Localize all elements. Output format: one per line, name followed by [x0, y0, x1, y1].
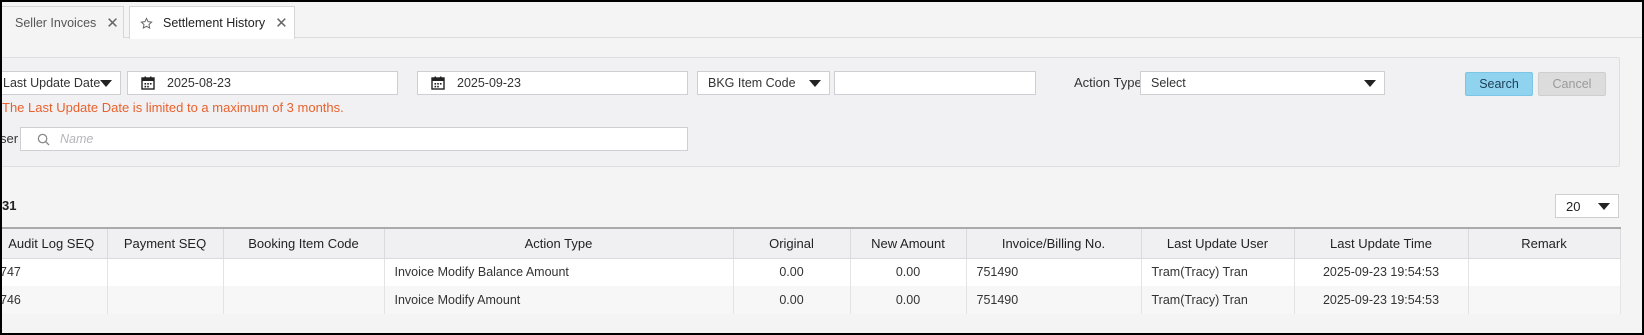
original-cell: 0.00	[733, 258, 851, 286]
original-cell: 0.00	[733, 286, 851, 314]
tab-label: Seller Invoices	[15, 15, 97, 30]
date-type-select[interactable]: Last Update Date	[2, 71, 121, 95]
date-from-value: 2025-08-23	[167, 76, 231, 90]
chevron-down-icon	[100, 80, 112, 87]
tab-label: Settlement History	[163, 16, 266, 30]
column-header[interactable]: Action Type	[384, 227, 734, 259]
column-header[interactable]: Booking Item Code	[223, 227, 385, 259]
calendar-icon[interactable]	[431, 76, 445, 90]
date-to-value: 2025-09-23	[457, 76, 521, 90]
tab-settlement-history[interactable]: Settlement History ✕	[129, 6, 295, 39]
search-icon	[37, 133, 50, 146]
time-cell: 2025-09-23 19:54:53	[1294, 286, 1469, 314]
column-header[interactable]: Last Update User	[1141, 227, 1295, 259]
user-placeholder: Name	[60, 132, 94, 146]
invoice-no-cell: 751490	[966, 258, 1142, 286]
history-table: Audit Log SEQ Payment SEQ Booking Item C…	[2, 227, 1621, 314]
audit-seq-cell: 746	[2, 286, 108, 314]
table-row[interactable]: 747 Invoice Modify Balance Amount 0.00 0…	[2, 258, 1621, 286]
column-header[interactable]: Remark	[1468, 227, 1621, 259]
chevron-down-icon	[1364, 80, 1376, 87]
payment-seq-cell	[107, 286, 224, 314]
table-header-row: Audit Log SEQ Payment SEQ Booking Item C…	[2, 227, 1621, 259]
remark-cell	[1468, 286, 1621, 314]
result-count: 31	[2, 198, 17, 213]
date-to-field[interactable]: 2025-09-23	[417, 71, 688, 95]
remark-cell	[1468, 258, 1621, 286]
star-icon[interactable]	[140, 16, 153, 30]
user-label: ser	[2, 131, 19, 146]
chevron-down-icon	[1598, 203, 1610, 210]
chevron-down-icon	[809, 80, 821, 87]
tab-bar: Seller Invoices ✕ Settlement History ✕	[2, 2, 1642, 39]
calendar-icon[interactable]	[141, 76, 155, 90]
new-amount-cell: 0.00	[850, 286, 967, 314]
booking-code-cell	[223, 286, 385, 314]
date-limit-warning: The Last Update Date is limited to a max…	[2, 100, 344, 115]
column-header[interactable]: Original	[733, 227, 851, 259]
table-row[interactable]: 746 Invoice Modify Amount 0.00 0.00 7514…	[2, 286, 1621, 314]
column-header[interactable]: New Amount	[850, 227, 967, 259]
action-type-value: Select	[1151, 76, 1186, 90]
user-cell: Tram(Tracy) Tran	[1141, 286, 1295, 314]
close-icon[interactable]: ✕	[275, 14, 288, 32]
user-search-input[interactable]: Name	[20, 127, 688, 151]
new-amount-cell: 0.00	[850, 258, 967, 286]
tab-seller-invoices[interactable]: Seller Invoices ✕	[2, 6, 124, 38]
code-type-select[interactable]: BKG Item Code	[697, 71, 830, 95]
date-type-value: Last Update Date	[3, 76, 101, 90]
column-header[interactable]: Last Update Time	[1294, 227, 1469, 259]
column-header[interactable]: Audit Log SEQ	[2, 227, 108, 259]
code-type-value: BKG Item Code	[708, 76, 796, 90]
payment-seq-cell	[107, 258, 224, 286]
page-size-select[interactable]: 20	[1555, 194, 1619, 218]
search-button[interactable]: Search	[1465, 72, 1533, 96]
action-type-cell: Invoice Modify Amount	[384, 286, 734, 314]
time-cell: 2025-09-23 19:54:53	[1294, 258, 1469, 286]
user-cell: Tram(Tracy) Tran	[1141, 258, 1295, 286]
column-header[interactable]: Invoice/Billing No.	[966, 227, 1142, 259]
column-header[interactable]: Payment SEQ	[107, 227, 224, 259]
invoice-no-cell: 751490	[966, 286, 1142, 314]
code-value-input[interactable]	[834, 71, 1036, 95]
action-type-label: Action Type	[1074, 75, 1142, 90]
action-type-select[interactable]: Select	[1140, 71, 1385, 95]
app-frame: Seller Invoices ✕ Settlement History ✕ L…	[2, 2, 1642, 333]
close-icon[interactable]: ✕	[106, 14, 119, 32]
action-type-cell: Invoice Modify Balance Amount	[384, 258, 734, 286]
date-from-field[interactable]: 2025-08-23	[127, 71, 398, 95]
audit-seq-cell: 747	[2, 258, 108, 286]
booking-code-cell	[223, 258, 385, 286]
page-size-value: 20	[1566, 198, 1581, 214]
cancel-button[interactable]: Cancel	[1538, 72, 1606, 96]
